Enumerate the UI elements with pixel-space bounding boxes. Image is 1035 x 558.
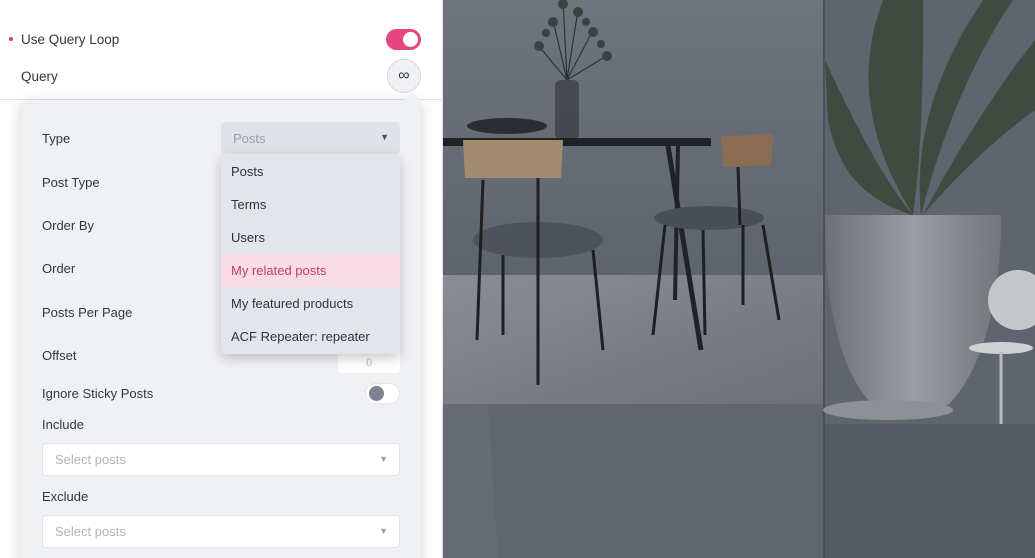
interior-photo-image — [443, 0, 1035, 558]
query-row: Query ∞ — [0, 58, 443, 94]
type-select-value: Posts — [233, 130, 266, 146]
post-type-label: Post Type — [42, 175, 100, 190]
settings-panel: Use Query Loop Query ∞ Type Posts ▼ Post… — [0, 0, 443, 558]
exclude-placeholder: Select posts — [55, 524, 126, 539]
chevron-down-icon: ▼ — [379, 526, 388, 536]
modified-indicator-dot — [9, 37, 13, 41]
dropdown-option-my-related-posts[interactable]: My related posts — [221, 254, 400, 287]
type-label: Type — [42, 131, 71, 146]
chevron-down-icon: ▼ — [379, 454, 388, 464]
dropdown-option-terms[interactable]: Terms — [221, 188, 400, 221]
use-query-loop-label: Use Query Loop — [21, 31, 120, 47]
type-dropdown-menu: Posts Terms Users My related posts My fe… — [221, 155, 400, 354]
ignore-sticky-label: Ignore Sticky Posts — [42, 386, 154, 401]
preview-photo-area — [443, 0, 1035, 558]
type-select[interactable]: Posts ▼ — [221, 122, 400, 154]
offset-input[interactable]: 0 — [338, 352, 400, 373]
dropdown-option-my-featured-products[interactable]: My featured products — [221, 287, 400, 320]
ignore-sticky-toggle[interactable] — [365, 383, 400, 404]
infinity-link-icon: ∞ — [398, 67, 410, 84]
dropdown-option-users[interactable]: Users — [221, 221, 400, 254]
exclude-label: Exclude — [42, 489, 89, 504]
dropdown-option-acf-repeater[interactable]: ACF Repeater: repeater — [221, 320, 400, 353]
include-label: Include — [42, 417, 84, 432]
dropdown-option-posts[interactable]: Posts — [221, 155, 400, 188]
include-placeholder: Select posts — [55, 452, 126, 467]
offset-value: 0 — [365, 356, 373, 369]
include-select[interactable]: Select posts ▼ — [42, 443, 400, 476]
query-link-button[interactable]: ∞ — [387, 59, 421, 93]
query-label: Query — [21, 68, 58, 84]
exclude-select[interactable]: Select posts ▼ — [42, 515, 400, 548]
order-label: Order — [42, 261, 76, 276]
chevron-down-icon: ▼ — [380, 132, 389, 142]
offset-label: Offset — [42, 348, 77, 363]
order-by-label: Order By — [42, 218, 95, 233]
use-query-loop-row: Use Query Loop — [0, 21, 443, 57]
posts-per-page-label: Posts Per Page — [42, 305, 133, 320]
use-query-loop-toggle[interactable] — [386, 28, 421, 50]
